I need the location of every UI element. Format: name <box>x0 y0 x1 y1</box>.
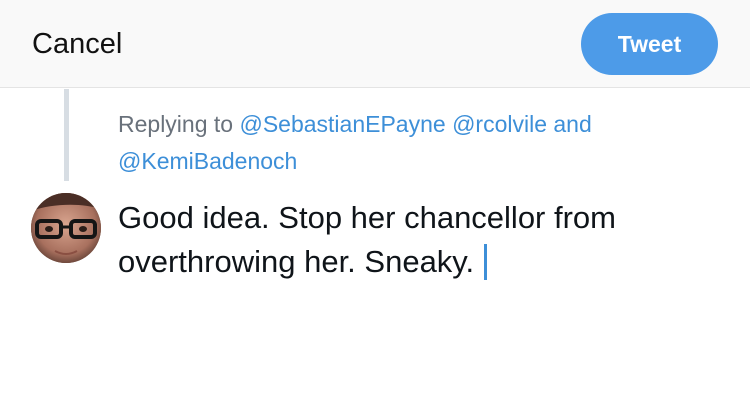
avatar-photo-icon <box>31 193 101 263</box>
thread-connector-line <box>64 89 69 181</box>
tweet-button[interactable]: Tweet <box>581 13 718 75</box>
mention-sebastianepayne[interactable]: @SebastianEPayne <box>239 111 445 137</box>
replying-to-label: Replying to <box>118 111 234 137</box>
text-cursor <box>484 244 488 280</box>
top-bar: Cancel Tweet <box>0 0 750 88</box>
compose-text-content: Good idea. Stop her chancellor from over… <box>118 200 616 279</box>
avatar[interactable] <box>31 193 101 263</box>
replying-to-context: Replying to @SebastianEPayne @rcolvile a… <box>118 106 718 180</box>
compose-reply-screen: Cancel Tweet Replying to @SebastianEPayn… <box>0 0 750 407</box>
mention-conjunction[interactable]: and <box>553 111 591 137</box>
mention-kemibadenoch[interactable]: @KemiBadenoch <box>118 148 297 174</box>
tweet-compose-field[interactable]: Good idea. Stop her chancellor from over… <box>118 196 728 284</box>
cancel-button[interactable]: Cancel <box>32 26 122 62</box>
mention-rcolvile[interactable]: @rcolvile <box>452 111 547 137</box>
